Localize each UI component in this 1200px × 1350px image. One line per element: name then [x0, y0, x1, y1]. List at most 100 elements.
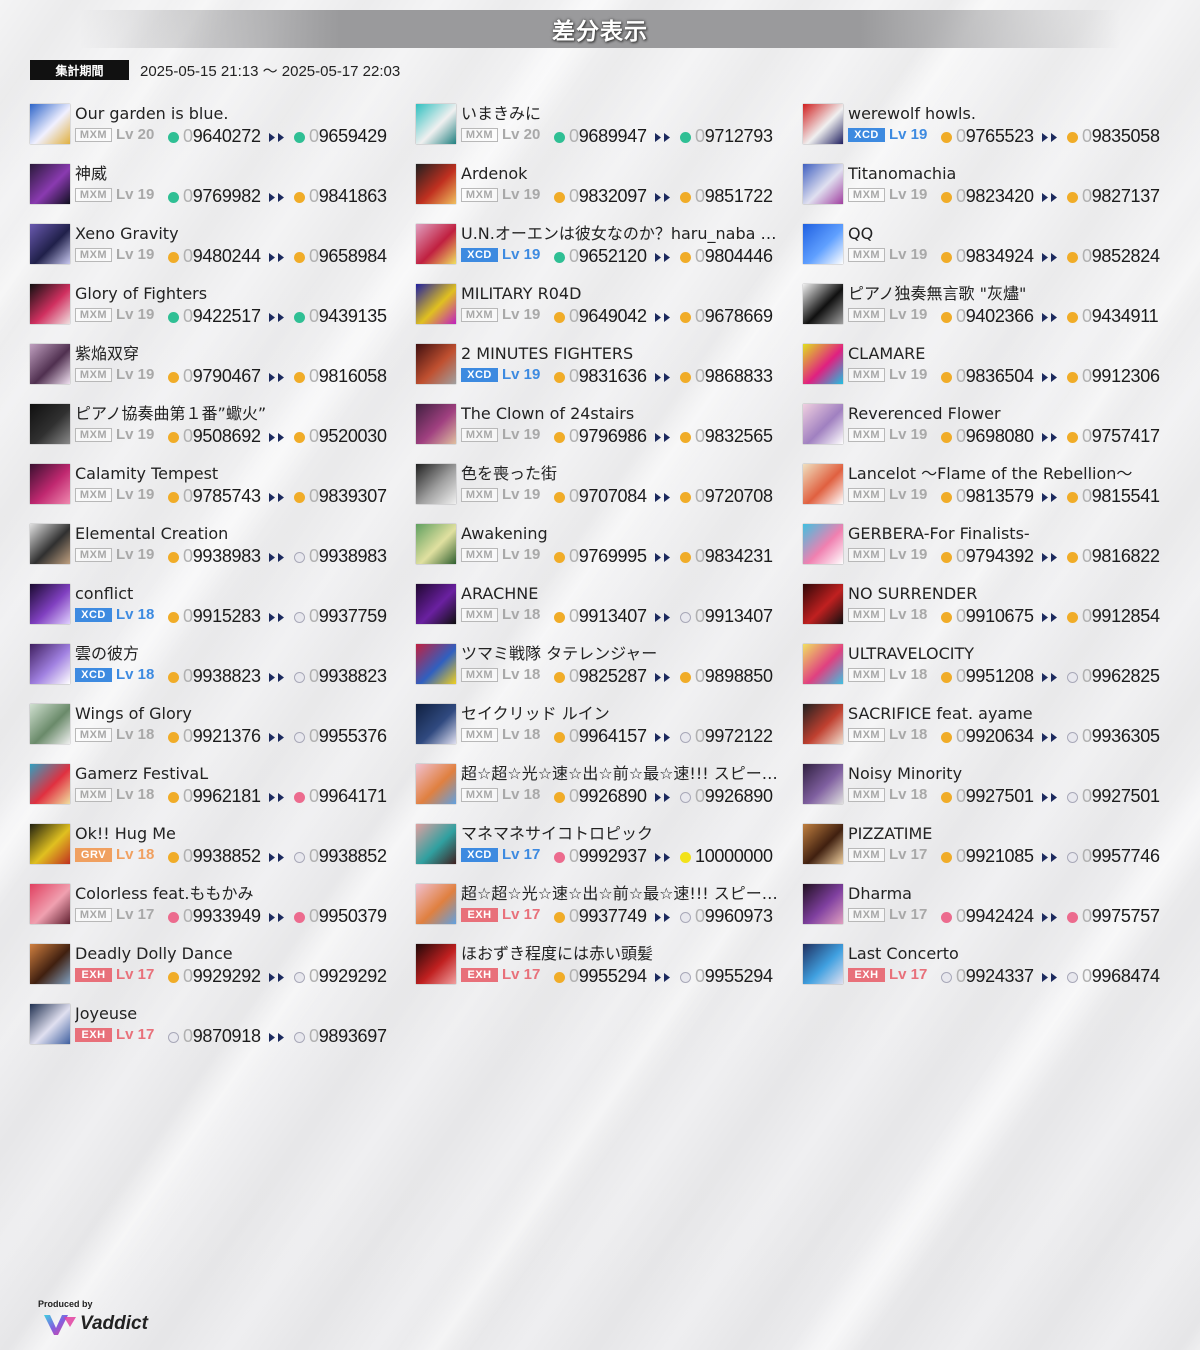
- level-label: Lv 19: [502, 366, 541, 383]
- difficulty-badge: MXM: [461, 608, 498, 622]
- score-entry[interactable]: 2 MINUTES FIGHTERS XCD Lv 19 09831636 098688…: [416, 342, 791, 390]
- difficulty-badge: MXM: [75, 488, 112, 502]
- level-label: Lv 18: [889, 606, 928, 623]
- score-entry[interactable]: Colorless feat.ももかみ MXM Lv 17 09933949 09950…: [30, 882, 405, 930]
- score-entry[interactable]: ARACHNE MXM Lv 18 09913407 09913407: [416, 582, 791, 630]
- score-entry[interactable]: CLAMARE MXM Lv 19 09836504 09912306: [803, 342, 1178, 390]
- song-jacket: [803, 884, 843, 924]
- score-entry[interactable]: Dharma MXM Lv 17 09942424 09975757: [803, 882, 1178, 930]
- lamp-after-icon: [1067, 252, 1078, 263]
- level-label: Lv 19: [889, 486, 928, 503]
- score-entry[interactable]: NO SURRENDER MXM Lv 18 09910675 09912854: [803, 582, 1178, 630]
- score-entry[interactable]: 色を喪った街 MXM Lv 19 09707084 09720708: [416, 462, 791, 510]
- score-entry[interactable]: SACRIFICE feat. ayame MXM Lv 18 09920634 099…: [803, 702, 1178, 750]
- song-jacket: [803, 164, 843, 204]
- score-entry[interactable]: Deadly Dolly Dance EXH Lv 17 09929292 099292…: [30, 942, 405, 990]
- score-after-value: 09815541: [1082, 486, 1160, 506]
- score-entry[interactable]: マネマネサイコトロピック XCD Lv 17 09992937 10000000: [416, 822, 791, 870]
- score-entry[interactable]: GERBERA-For Finalists- MXM Lv 19 09794392 09…: [803, 522, 1178, 570]
- score-entry[interactable]: Elemental Creation MXM Lv 19 09938983 099389…: [30, 522, 405, 570]
- score-entry[interactable]: Lancelot 〜Flame of the Rebellion〜 MXM Lv 1…: [803, 462, 1178, 510]
- score-entry[interactable]: 紫焔双穿 MXM Lv 19 09790467 09816058: [30, 342, 405, 390]
- score-entry[interactable]: ピアノ協奏曲第１番”蠍火” MXM Lv 19 09508692 09520030: [30, 402, 405, 450]
- score-entry[interactable]: Xeno Gravity MXM Lv 19 09480244 09658984: [30, 222, 405, 270]
- score-entry[interactable]: 神威 MXM Lv 19 09769982 09841863: [30, 162, 405, 210]
- song-jacket: [30, 524, 70, 564]
- lamp-before-icon: [941, 372, 952, 383]
- score-entry[interactable]: 雲の彼方 XCD Lv 18 09938823 09938823: [30, 642, 405, 690]
- score-entry[interactable]: 超☆超☆光☆速☆出☆前☆最☆速!!! スピード★デリバリー MXM Lv 18 099…: [416, 762, 791, 810]
- score-after-value: 09852824: [1082, 246, 1160, 266]
- lamp-before-icon: [168, 312, 179, 323]
- score-after-value: 09955376: [309, 726, 387, 746]
- level-label: Lv 19: [889, 546, 928, 563]
- lamp-before-icon: [941, 312, 952, 323]
- lamp-after-icon: [680, 492, 691, 503]
- score-entry[interactable]: 超☆超☆光☆速☆出☆前☆最☆速!!! スピード★デリバリー EXH Lv 17 099…: [416, 882, 791, 930]
- level-label: Lv 19: [889, 246, 928, 263]
- score-entry[interactable]: ピアノ独奏無言歌 "灰燼" MXM Lv 19 09402366 09434911: [803, 282, 1178, 330]
- arrow-right-icon: [655, 193, 670, 202]
- song-jacket: [803, 284, 843, 324]
- lamp-before-icon: [554, 372, 565, 383]
- song-title: Ardenok: [461, 164, 528, 183]
- difficulty-badge: MXM: [848, 428, 885, 442]
- score-after-value: 09434911: [1082, 306, 1159, 326]
- score-entry[interactable]: PIZZATIME MXM Lv 17 09921085 09957746: [803, 822, 1178, 870]
- difficulty-badge: MXM: [848, 908, 885, 922]
- score-entry[interactable]: Titanomachia MXM Lv 19 09823420 09827137: [803, 162, 1178, 210]
- arrow-right-icon: [269, 253, 284, 262]
- difficulty-badge: MXM: [848, 188, 885, 202]
- score-after-value: 09926890: [695, 786, 773, 806]
- score-entry[interactable]: Calamity Tempest MXM Lv 19 09785743 09839307: [30, 462, 405, 510]
- score-after-value: 09960973: [695, 906, 773, 926]
- score-entry[interactable]: いまきみに MXM Lv 20 09689947 09712793: [416, 102, 791, 150]
- score-before-value: 09938983: [183, 546, 261, 566]
- song-title: QQ: [848, 224, 874, 243]
- score-before-value: 09769995: [569, 546, 647, 566]
- score-entry[interactable]: Ardenok MXM Lv 19 09832097 09851722: [416, 162, 791, 210]
- score-entry[interactable]: セイクリッド ルイン MXM Lv 18 09964157 09972122: [416, 702, 791, 750]
- level-label: Lv 18: [116, 666, 155, 683]
- score-entry[interactable]: Awakening MXM Lv 19 09769995 09834231: [416, 522, 791, 570]
- lamp-after-icon: [294, 312, 305, 323]
- score-entry[interactable]: werewolf howls. XCD Lv 19 09765523 09835058: [803, 102, 1178, 150]
- score-entry[interactable]: Glory of Fighters MXM Lv 19 09422517 0943913…: [30, 282, 405, 330]
- song-title: 超☆超☆光☆速☆出☆前☆最☆速!!! スピード★デリバリー: [461, 764, 781, 783]
- score-entry[interactable]: conflict XCD Lv 18 09915283 09937759: [30, 582, 405, 630]
- song-jacket: [803, 824, 843, 864]
- song-title: セイクリッド ルイン: [461, 704, 610, 723]
- score-entry[interactable]: U.N.オーエンは彼女なのか？haru_naba remix XCD Lv 19 09…: [416, 222, 791, 270]
- lamp-after-icon: [680, 912, 691, 923]
- song-jacket: [416, 704, 456, 744]
- score-entry[interactable]: Wings of Glory MXM Lv 18 09921376 09955376: [30, 702, 405, 750]
- score-entry[interactable]: MILITARY R04D MXM Lv 19 09649042 09678669: [416, 282, 791, 330]
- level-label: Lv 20: [116, 126, 155, 143]
- score-entry[interactable]: Our garden is blue. MXM Lv 20 09640272 09659…: [30, 102, 405, 150]
- score-entry[interactable]: Joyeuse EXH Lv 17 09870918 09893697: [30, 1002, 405, 1050]
- score-entry[interactable]: ツマミ戦隊 タテレンジャー MXM Lv 18 09825287 09898850: [416, 642, 791, 690]
- score-entry[interactable]: Reverenced Flower MXM Lv 19 09698080 0975741…: [803, 402, 1178, 450]
- song-jacket: [803, 104, 843, 144]
- score-entry[interactable]: Gamerz FestivaL MXM Lv 18 09962181 09964171: [30, 762, 405, 810]
- score-entry[interactable]: Last Concerto EXH Lv 17 09924337 09968474: [803, 942, 1178, 990]
- score-entry[interactable]: QQ MXM Lv 19 09834924 09852824: [803, 222, 1178, 270]
- level-label: Lv 17: [889, 966, 928, 983]
- song-title: いまきみに: [461, 104, 542, 123]
- score-before-value: 09765523: [956, 126, 1034, 146]
- score-before-value: 09942424: [956, 906, 1034, 926]
- song-title: U.N.オーエンは彼女なのか？haru_naba remix: [461, 224, 781, 243]
- score-entry[interactable]: ULTRAVELOCITY MXM Lv 18 09951208 09962825: [803, 642, 1178, 690]
- score-after-value: 09975757: [1082, 906, 1160, 926]
- lamp-before-icon: [941, 492, 952, 503]
- lamp-after-icon: [680, 132, 691, 143]
- difficulty-badge: MXM: [461, 488, 498, 502]
- arrow-right-icon: [1042, 373, 1057, 382]
- song-jacket: [30, 344, 70, 384]
- score-entry[interactable]: The Clown of 24stairs MXM Lv 19 09796986 098…: [416, 402, 791, 450]
- arrow-right-icon: [269, 433, 284, 442]
- score-entry[interactable]: Noisy Minority MXM Lv 18 09927501 09927501: [803, 762, 1178, 810]
- score-entry[interactable]: Ok!! Hug Me GRV Lv 18 09938852 09938852: [30, 822, 405, 870]
- score-entry[interactable]: ほおずき程度には赤い頭髪 EXH Lv 17 09955294 09955294: [416, 942, 791, 990]
- score-before-value: 09915283: [183, 606, 261, 626]
